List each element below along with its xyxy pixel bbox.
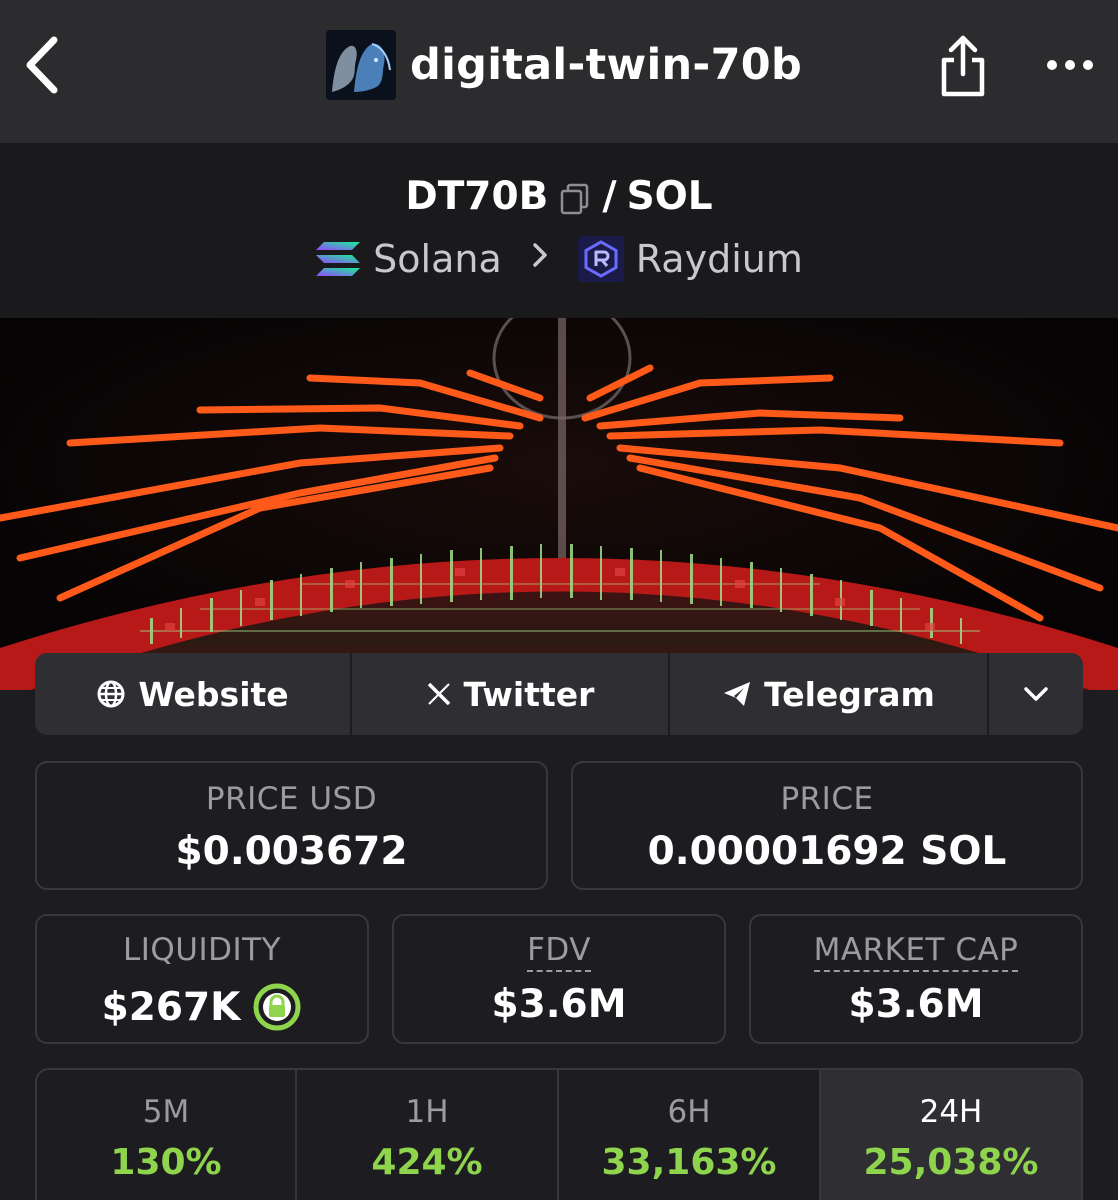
quote-token-symbol: SOL [626, 174, 713, 219]
base-token-symbol: DT70B [405, 174, 549, 219]
price-usd-value: $0.003672 [175, 829, 408, 874]
website-label: Website [138, 674, 289, 714]
fdv-value: $3.6M [491, 982, 627, 1027]
change-label: 6H [667, 1094, 711, 1130]
telegram-label: Telegram [764, 674, 935, 714]
change-tab-5m[interactable]: 5M 130% [37, 1070, 297, 1200]
nav-title-group: digital-twin-70b [326, 30, 802, 100]
back-button[interactable] [20, 32, 68, 98]
share-icon [941, 35, 985, 97]
chevron-right-icon [530, 239, 550, 279]
price-usd-box: PRICE USD $0.003672 [35, 761, 548, 890]
market-cap-label[interactable]: MARKET CAP [813, 932, 1019, 972]
price-native-label: PRICE [780, 781, 874, 817]
chevron-left-icon [26, 36, 58, 94]
dex-link[interactable]: Raydium [636, 237, 803, 281]
x-logo-icon [427, 682, 450, 706]
change-tab-1h[interactable]: 1H 424% [297, 1070, 559, 1200]
chevron-down-icon [1024, 687, 1048, 701]
globe-icon [97, 680, 125, 708]
change-label: 5M [142, 1094, 190, 1130]
more-options-button[interactable] [1040, 50, 1100, 80]
price-native-value: 0.00001692 SOL [647, 829, 1007, 874]
chain-link[interactable]: Solana [373, 237, 502, 281]
change-tab-6h[interactable]: 6H 33,163% [559, 1070, 821, 1200]
price-native-box: PRICE 0.00001692 SOL [571, 761, 1083, 890]
token-banner-image [0, 318, 1118, 690]
change-value: 130% [110, 1142, 222, 1183]
pair-separator: / [602, 174, 617, 219]
market-cap-box: MARKET CAP $3.6M [749, 914, 1083, 1044]
telegram-link[interactable]: Telegram [670, 653, 989, 735]
social-links-bar: Website Twitter Telegram [35, 653, 1083, 735]
fdv-label[interactable]: FDV [527, 932, 591, 972]
change-value: 424% [371, 1142, 483, 1183]
change-label: 1H [405, 1094, 449, 1130]
telegram-icon [724, 682, 751, 706]
twitter-link[interactable]: Twitter [352, 653, 670, 735]
price-usd-label: PRICE USD [205, 781, 378, 817]
chain-breadcrumb: Solana Raydium [0, 236, 1118, 282]
pair-header [0, 143, 1118, 318]
token-avatar [326, 30, 396, 100]
token-pair-page: digital-twin-70b DT70B / SOL Solana Rayd… [0, 0, 1118, 1200]
pair-title: DT70B / SOL [0, 174, 1118, 219]
website-link[interactable]: Website [35, 653, 352, 735]
share-button[interactable] [936, 30, 990, 100]
change-label: 24H [919, 1094, 983, 1130]
liquidity-box: LIQUIDITY $267K [35, 914, 369, 1044]
fdv-box: FDV $3.6M [392, 914, 726, 1044]
top-nav-bar: digital-twin-70b [0, 0, 1118, 143]
market-cap-value: $3.6M [848, 982, 984, 1027]
liquidity-value-row: $267K [37, 982, 367, 1032]
price-change-tabs: 5M 130% 1H 424% 6H 33,163% 24H 25,038% [35, 1068, 1083, 1200]
change-tab-24h[interactable]: 24H 25,038% [821, 1070, 1081, 1200]
change-value: 33,163% [601, 1142, 777, 1183]
twitter-label: Twitter [463, 674, 595, 714]
copy-icon[interactable] [558, 180, 592, 214]
liquidity-value: $267K [101, 984, 241, 1030]
lock-icon[interactable] [252, 982, 302, 1032]
liquidity-label: LIQUIDITY [122, 932, 282, 968]
nav-title: digital-twin-70b [410, 40, 803, 90]
more-links-dropdown[interactable] [989, 653, 1083, 735]
more-dots-icon [1047, 60, 1093, 70]
solana-logo-icon [315, 240, 361, 278]
raydium-logo-icon [577, 236, 624, 282]
change-value: 25,038% [863, 1142, 1039, 1183]
